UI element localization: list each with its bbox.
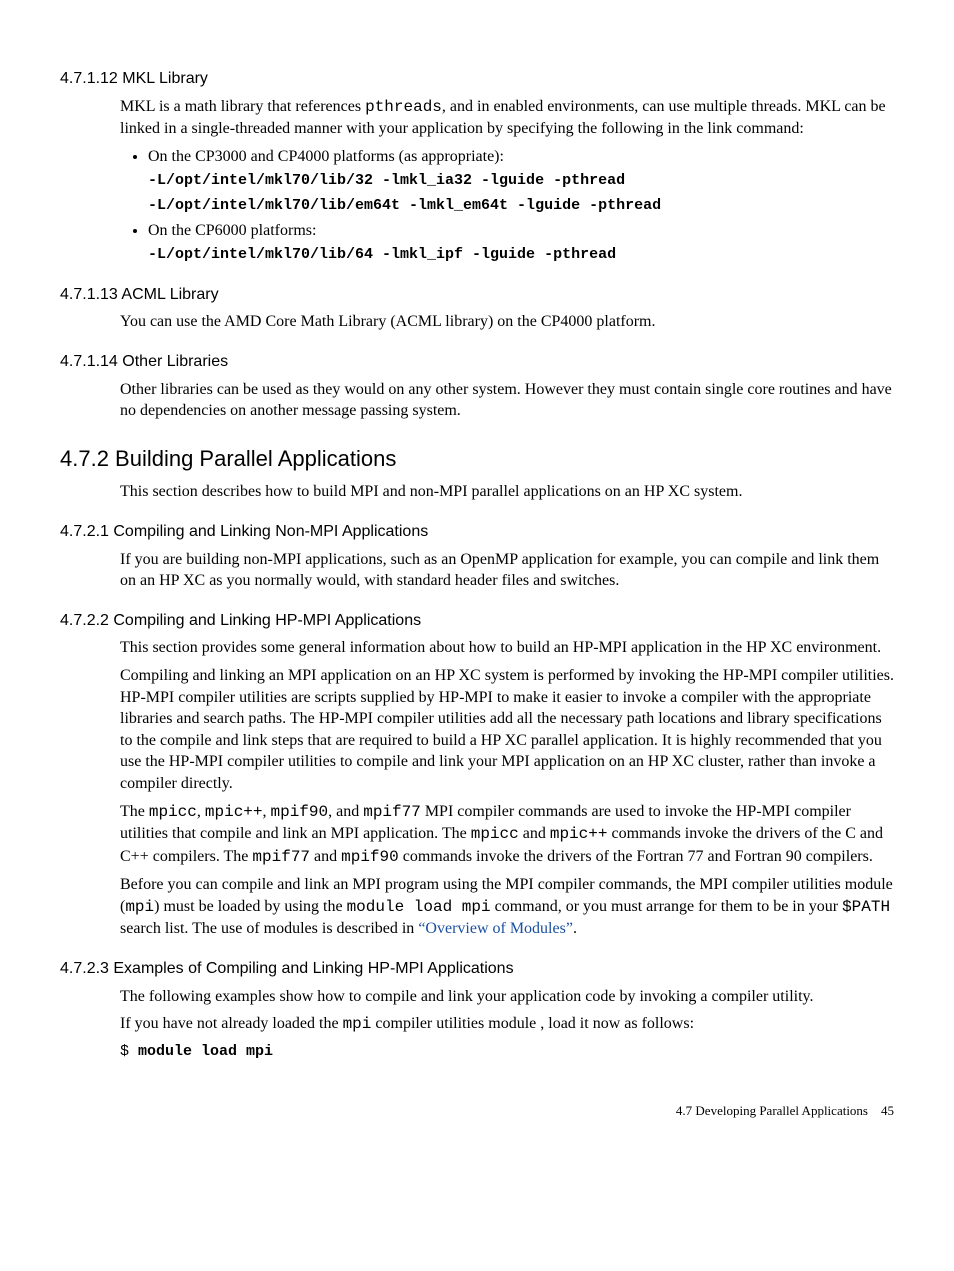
code-inline: pthreads xyxy=(365,98,442,116)
body-examples-hpmpi: The following examples show how to compi… xyxy=(120,986,894,1036)
text: commands invoke the drivers of the Fortr… xyxy=(399,848,873,865)
code-inline: mpif90 xyxy=(341,848,399,866)
shell-prompt: $ xyxy=(120,1043,138,1060)
text: , xyxy=(263,803,271,820)
heading-mkl-library: 4.7.1.12 MKL Library xyxy=(60,68,894,90)
heading-hpmpi: 4.7.2.2 Compiling and Linking HP-MPI App… xyxy=(60,610,894,632)
paragraph: Compiling and linking an MPI application… xyxy=(120,665,894,795)
text: search list. The use of modules is descr… xyxy=(120,920,418,937)
code-inline: mpif77 xyxy=(363,803,421,821)
code-line: -L/opt/intel/mkl70/lib/32 -lmkl_ia32 -lg… xyxy=(148,171,894,191)
footer-section: 4.7 Developing Parallel Applications xyxy=(676,1103,868,1118)
link-overview-modules[interactable]: “Overview of Modules” xyxy=(418,920,573,937)
paragraph: Other libraries can be used as they woul… xyxy=(120,379,894,422)
text: MKL is a math library that references xyxy=(120,98,365,115)
list-item: On the CP6000 platforms: -L/opt/intel/mk… xyxy=(148,220,894,266)
heading-acml-library: 4.7.1.13 ACML Library xyxy=(60,284,894,306)
code-inline: mpif90 xyxy=(271,803,329,821)
paragraph: The following examples show how to compi… xyxy=(120,986,894,1008)
paragraph: This section provides some general infor… xyxy=(120,637,894,659)
code-inline: module load mpi xyxy=(347,898,491,916)
paragraph: Before you can compile and link an MPI p… xyxy=(120,874,894,940)
heading-examples-hpmpi: 4.7.2.3 Examples of Compiling and Linkin… xyxy=(60,958,894,980)
text: ) must be loaded by using the xyxy=(154,898,346,915)
text: . xyxy=(573,920,577,937)
code-line: -L/opt/intel/mkl70/lib/64 -lmkl_ipf -lgu… xyxy=(148,245,894,265)
page-footer: 4.7 Developing Parallel Applications 45 xyxy=(60,1102,894,1120)
code-inline: mpicc xyxy=(471,825,519,843)
code-inline: mpif77 xyxy=(252,848,310,866)
body-nonmpi: If you are building non-MPI applications… xyxy=(120,549,894,592)
paragraph: If you have not already loaded the mpi c… xyxy=(120,1013,894,1036)
heading-other-libraries: 4.7.1.14 Other Libraries xyxy=(60,351,894,373)
body-building-parallel: This section describes how to build MPI … xyxy=(120,481,894,503)
shell-command: $ module load mpi xyxy=(120,1042,894,1062)
code-inline: mpi xyxy=(125,898,154,916)
paragraph: The mpicc, mpic++, mpif90, and mpif77 MP… xyxy=(120,801,894,869)
paragraph: You can use the AMD Core Math Library (A… xyxy=(120,311,894,333)
text: compiler utilities module , load it now … xyxy=(371,1015,694,1032)
text: and xyxy=(519,825,550,842)
body-acml: You can use the AMD Core Math Library (A… xyxy=(120,311,894,333)
body-hpmpi: This section provides some general infor… xyxy=(120,637,894,940)
text: command, or you must arrange for them to… xyxy=(491,898,842,915)
heading-building-parallel: 4.7.2 Building Parallel Applications xyxy=(60,444,894,474)
code-inline: mpi xyxy=(343,1015,372,1033)
code-line: -L/opt/intel/mkl70/lib/em64t -lmkl_em64t… xyxy=(148,196,894,216)
text: On the CP3000 and CP4000 platforms (as a… xyxy=(148,148,504,165)
list-item: On the CP3000 and CP4000 platforms (as a… xyxy=(148,146,894,216)
text: If you have not already loaded the xyxy=(120,1015,343,1032)
paragraph: If you are building non-MPI applications… xyxy=(120,549,894,592)
code-inline: mpic++ xyxy=(205,803,263,821)
text: and xyxy=(310,848,341,865)
body-other-libraries: Other libraries can be used as they woul… xyxy=(120,379,894,422)
body-mkl: MKL is a math library that references pt… xyxy=(120,96,894,266)
code-inline: $PATH xyxy=(842,898,890,916)
code-inline: mpic++ xyxy=(550,825,608,843)
footer-page-number: 45 xyxy=(881,1103,894,1118)
shell-cmd-text: module load mpi xyxy=(138,1043,273,1060)
text: The xyxy=(120,803,149,820)
text: On the CP6000 platforms: xyxy=(148,222,316,239)
heading-nonmpi: 4.7.2.1 Compiling and Linking Non-MPI Ap… xyxy=(60,521,894,543)
code-inline: mpicc xyxy=(149,803,197,821)
text: , xyxy=(197,803,205,820)
paragraph: MKL is a math library that references pt… xyxy=(120,96,894,140)
bullet-list: On the CP3000 and CP4000 platforms (as a… xyxy=(120,146,894,266)
paragraph: This section describes how to build MPI … xyxy=(120,481,894,503)
text: , and xyxy=(328,803,363,820)
